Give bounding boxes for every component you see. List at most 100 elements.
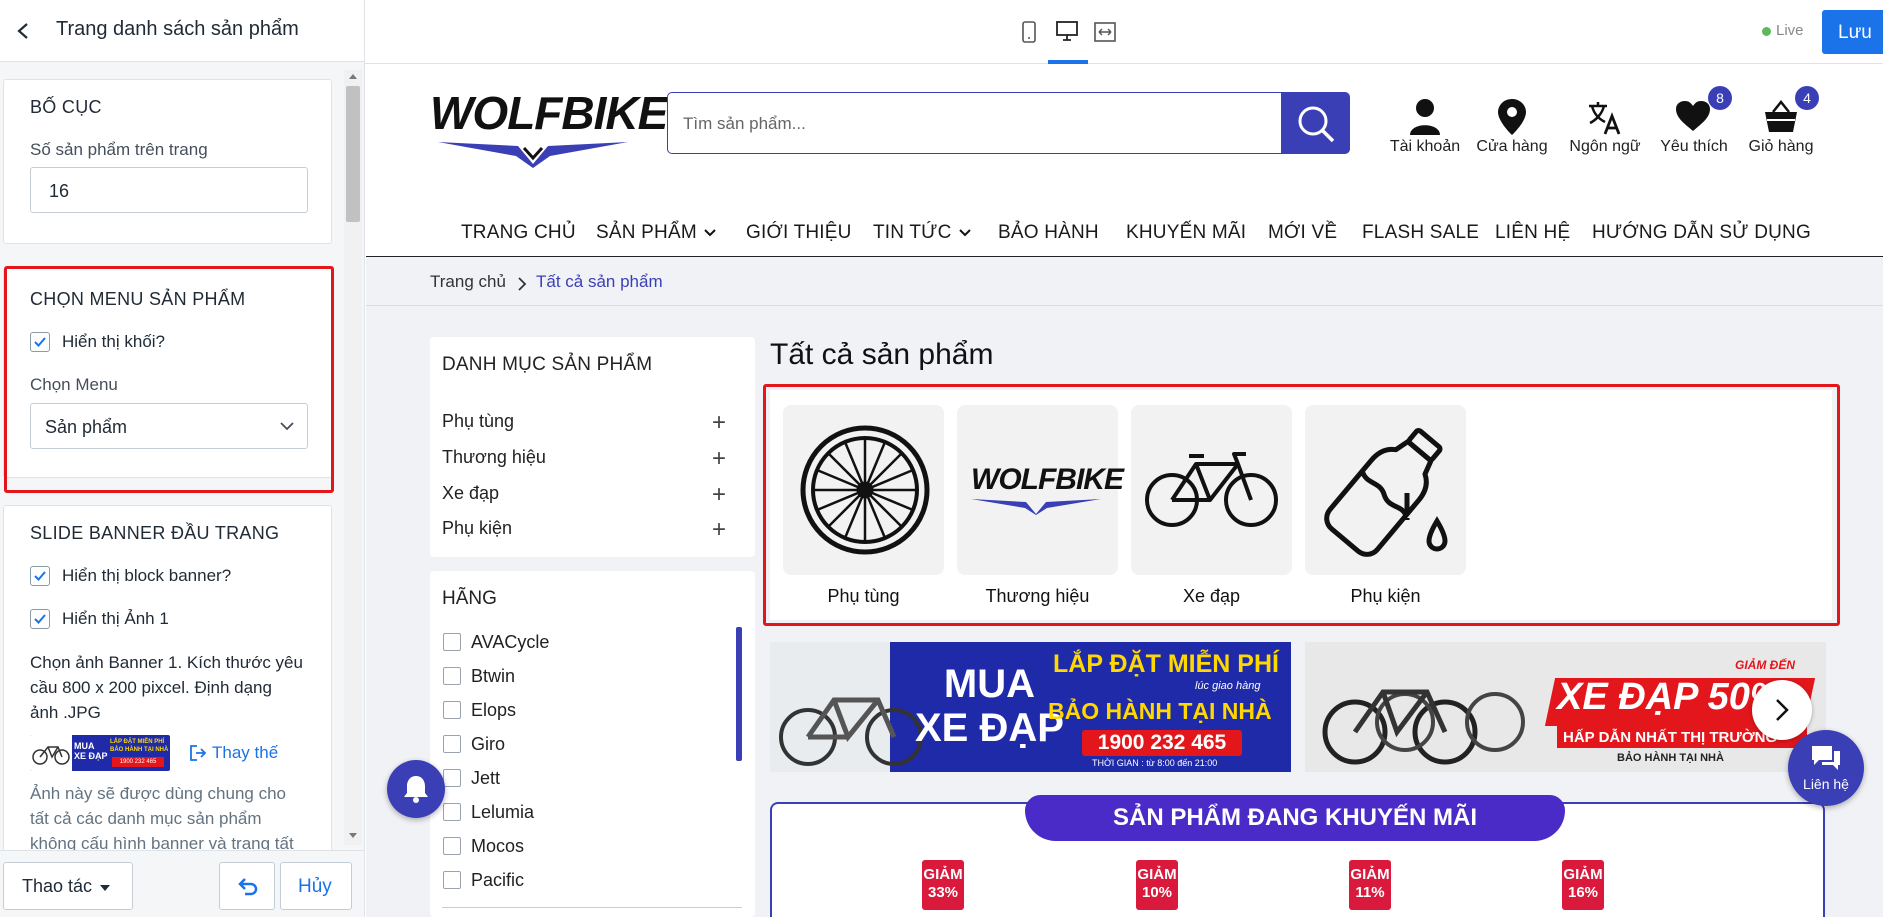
banner2-small: GIẢM ĐẾN (1735, 658, 1795, 672)
banner2-line3: BẢO HÀNH TẠI NHÀ (1617, 752, 1724, 764)
language-label[interactable]: Ngôn ngữ (1565, 138, 1645, 156)
bell-icon (404, 776, 428, 803)
breadcrumb-home[interactable]: Trang chủ (430, 272, 506, 292)
brand-checkbox[interactable] (443, 769, 461, 787)
breadcrumb-current: Tất cả sản phẩm (536, 272, 663, 291)
chevron-right-icon (1776, 699, 1789, 721)
banner2-big: XE ĐẠP 50% (1557, 676, 1784, 718)
tile-accessories[interactable] (1305, 405, 1466, 575)
banner1-left-text: MUA XE ĐẠP (915, 662, 1064, 750)
promo-banner-2[interactable]: GIẢM ĐẾN XE ĐẠP 50% HẤP DẪN NHẤT THỊ TRƯ… (1305, 642, 1826, 772)
brand-item[interactable]: AVACycle (471, 632, 549, 653)
brand-checkbox[interactable] (443, 735, 461, 753)
expand-plus-icon[interactable]: + (712, 516, 726, 544)
discount-tag: GIẢM 11% (1349, 860, 1391, 910)
category-item[interactable]: Phụ tùng (442, 411, 514, 432)
contact-chat-button[interactable]: Liên hệ (1788, 730, 1864, 806)
tile-label[interactable]: Xe đạp (1131, 586, 1292, 607)
banner1-phone: 1900 232 465 (1082, 730, 1242, 756)
nav-news[interactable]: TIN TỨC (873, 222, 972, 244)
brand-item[interactable]: Pacific (471, 870, 524, 891)
chevron-down-icon (958, 229, 971, 237)
wishlist-badge: 8 (1708, 86, 1732, 110)
tile-parts[interactable] (783, 405, 944, 575)
nav-new-arrivals[interactable]: MỚI VỀ (1268, 222, 1337, 244)
search-input[interactable]: Tìm sản phẩm... (667, 92, 1182, 154)
nav-warranty[interactable]: BẢO HÀNH (998, 222, 1099, 244)
discount-tag: GIẢM 33% (922, 860, 964, 910)
brand-item[interactable]: Giro (471, 734, 505, 755)
expand-plus-icon[interactable]: + (712, 409, 726, 437)
tile-brand[interactable]: WOLFBIKE (957, 405, 1124, 575)
search-button[interactable] (1280, 92, 1350, 154)
nav-products[interactable]: SẢN PHẨM (596, 222, 717, 244)
search-placeholder: Tìm sản phẩm... (683, 114, 806, 133)
bicycles-photo-icon (1322, 689, 1525, 765)
logo-wings-icon (438, 142, 628, 168)
discount-tag: GIẢM 10% (1136, 860, 1178, 910)
account-label[interactable]: Tài khoản (1388, 138, 1462, 156)
notification-button[interactable] (387, 760, 445, 818)
nav-flash-sale[interactable]: FLASH SALE (1362, 222, 1479, 244)
banner1-install: LẮP ĐẶT MIỄN PHÍ (1053, 650, 1279, 678)
expand-plus-icon[interactable]: + (712, 481, 726, 509)
brand-item[interactable]: Jett (471, 768, 500, 789)
category-title: DANH MỤC SẢN PHẨM (442, 354, 653, 375)
tile-bicycles[interactable] (1131, 405, 1292, 575)
cart-label[interactable]: Giỏ hàng (1741, 138, 1821, 156)
nav-about[interactable]: GIỚI THIỆU (746, 222, 852, 244)
brand-item[interactable]: Elops (471, 700, 516, 721)
user-icon[interactable] (1408, 98, 1442, 136)
store-logo[interactable]: WOLFBIKE (430, 86, 668, 170)
water-bottle-icon (1324, 427, 1448, 557)
brand-checkbox[interactable] (443, 701, 461, 719)
editor-app: Trang danh sách sản phẩm BỐ CỤC Số sản p… (0, 0, 1883, 917)
brand-checkbox[interactable] (443, 667, 461, 685)
cart-badge: 4 (1795, 86, 1819, 110)
location-pin-icon[interactable] (1497, 98, 1527, 136)
brand-title: HÃNG (442, 588, 497, 609)
basket-icon[interactable] (1763, 100, 1799, 134)
contact-label: Liên hệ (1803, 776, 1849, 792)
store-label[interactable]: Cửa hàng (1472, 138, 1552, 156)
breadcrumb-chevron-icon (518, 277, 527, 291)
nav-products-label: SẢN PHẨM (596, 222, 697, 243)
expand-plus-icon[interactable]: + (712, 445, 726, 473)
brand-checkbox[interactable] (443, 837, 461, 855)
wolfbike-logo-icon: WOLFBIKE (971, 463, 1124, 520)
wishlist-label[interactable]: Yêu thích (1654, 138, 1734, 156)
search-icon (1298, 106, 1335, 143)
translate-icon[interactable] (1587, 100, 1623, 136)
category-item[interactable]: Thương hiệu (442, 447, 546, 468)
page-title: Tất cả sản phẩm (770, 338, 994, 371)
brand-item[interactable]: Mocos (471, 836, 524, 857)
promo-banner-1[interactable]: MUA XE ĐẠP LẮP ĐẶT MIỄN PHÍ lúc giao hàn… (770, 642, 1291, 772)
brand-checkbox[interactable] (443, 633, 461, 651)
bicycle-icon (1145, 452, 1278, 527)
category-item[interactable]: Xe đạp (442, 483, 499, 504)
breadcrumb: Trang chủ Tất cả sản phẩm (366, 258, 1883, 306)
bicycle-photo-icon (779, 697, 923, 766)
carousel-next-button[interactable] (1752, 680, 1812, 740)
nav-home[interactable]: TRANG CHỦ (461, 222, 576, 244)
tile-label[interactable]: Thương hiệu (957, 586, 1118, 607)
heart-icon[interactable] (1675, 100, 1711, 132)
discount-tag: GIẢM 16% (1562, 860, 1604, 910)
promo-title-ribbon: SẢN PHẨM ĐANG KHUYẾN MÃI (1025, 795, 1565, 841)
banner1-small: lúc giao hàng (1195, 680, 1261, 692)
brand-checkbox[interactable] (443, 803, 461, 821)
nav-promotions[interactable]: KHUYẾN MÃI (1126, 222, 1246, 244)
nav-news-label: TIN TỨC (873, 222, 952, 243)
tile-label[interactable]: Phụ kiện (1305, 586, 1466, 607)
nav-contact[interactable]: LIÊN HỆ (1495, 222, 1570, 244)
store-preview: WOLFBIKE Tìm sản phẩm... Tài khoản Cửa h… (0, 0, 1883, 917)
promo-title: SẢN PHẨM ĐANG KHUYẾN MÃI (1112, 804, 1477, 831)
tile-label[interactable]: Phụ tùng (783, 586, 944, 607)
brand-scrollbar[interactable] (736, 627, 742, 761)
banner1-warranty: BẢO HÀNH TẠI NHÀ (1048, 698, 1272, 724)
brand-item[interactable]: Btwin (471, 666, 515, 687)
category-item[interactable]: Phụ kiện (442, 518, 512, 539)
brand-item[interactable]: Lelumia (471, 802, 534, 823)
brand-checkbox[interactable] (443, 871, 461, 889)
nav-guide[interactable]: HƯỚNG DẪN SỬ DỤNG (1592, 222, 1811, 244)
